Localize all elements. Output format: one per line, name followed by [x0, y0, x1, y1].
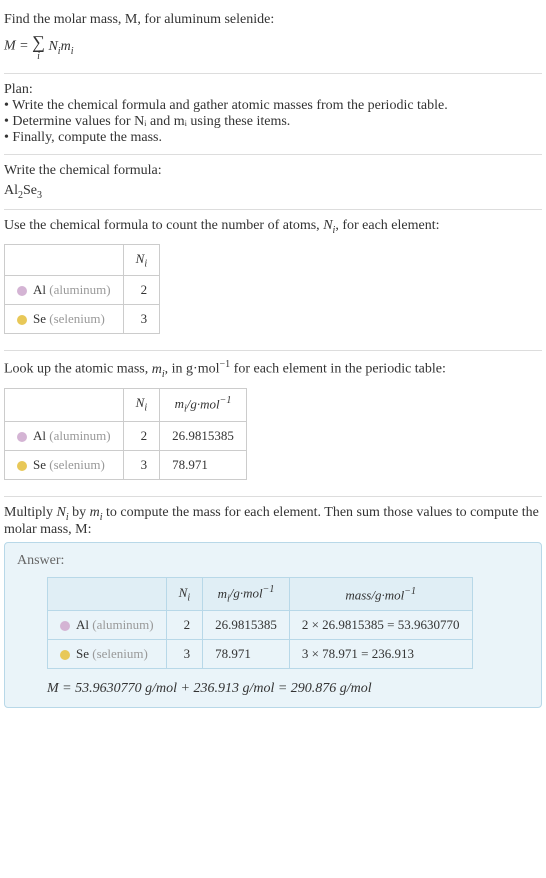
m-cell: 26.9815385 [203, 611, 290, 640]
atomic-mass-section: Look up the atomic mass, mi, in g·mol−1 … [4, 351, 542, 496]
n-cell: 2 [166, 611, 202, 640]
mass-header: mass/g·mol−1 [289, 578, 472, 611]
chemical-formula-section: Write the chemical formula: Al2Se3 [4, 155, 542, 210]
element-dot-icon [17, 432, 27, 442]
plan-bullet-3: • Finally, compute the mass. [4, 130, 542, 146]
m-header: mi/g·mol−1 [160, 388, 247, 421]
table-row: Al (aluminum) 2 26.9815385 [5, 421, 247, 450]
element-dot-icon [60, 650, 70, 660]
plan-bullet-2: • Determine values for Nᵢ and mᵢ using t… [4, 114, 542, 130]
molar-mass-formula: M = ∑i Nimi [4, 32, 542, 61]
n-cell: 2 [123, 276, 159, 305]
empty-header [48, 578, 167, 611]
plan-heading: Plan: [4, 82, 542, 98]
atom-count-section: Use the chemical formula to count the nu… [4, 210, 542, 351]
intro-section: Find the molar mass, M, for aluminum sel… [4, 4, 542, 74]
table-row: Se (selenium) 3 78.971 [5, 450, 247, 479]
element-cell: Al (aluminum) [5, 276, 124, 305]
element-cell: Al (aluminum) [5, 421, 124, 450]
formula-lhs: M = [4, 39, 32, 54]
chem-formula-heading: Write the chemical formula: [4, 163, 542, 179]
intro-prompt: Find the molar mass, M, for aluminum sel… [4, 12, 542, 28]
plan-bullet-1: • Write the chemical formula and gather … [4, 98, 542, 114]
element-cell: Al (aluminum) [48, 611, 167, 640]
formula-rhs: Nimi [48, 39, 73, 54]
m-header: mi/g·mol−1 [203, 578, 290, 611]
table-row: Al (aluminum) 2 [5, 276, 160, 305]
count-heading: Use the chemical formula to count the nu… [4, 218, 542, 236]
m-cell: 78.971 [203, 640, 290, 669]
element-cell: Se (selenium) [5, 305, 124, 334]
answer-box: Answer: Ni mi/g·mol−1 mass/g·mol−1 Al (a… [4, 542, 542, 708]
n-cell: 2 [123, 421, 159, 450]
sigma-symbol: ∑i [32, 32, 45, 61]
calc-cell: 2 × 26.9815385 = 53.9630770 [289, 611, 472, 640]
n-header: Ni [123, 388, 159, 421]
n-cell: 3 [166, 640, 202, 669]
m-cell: 78.971 [160, 450, 247, 479]
n-cell: 3 [123, 305, 159, 334]
multiply-var1: Ni [57, 505, 69, 520]
m-cell: 26.9815385 [160, 421, 247, 450]
empty-header [5, 388, 124, 421]
plan-section: Plan: • Write the chemical formula and g… [4, 74, 542, 155]
element-dot-icon [17, 286, 27, 296]
table-row: Al (aluminum) 2 26.9815385 2 × 26.981538… [48, 611, 473, 640]
multiply-var2: mi [90, 505, 103, 520]
table-row: Se (selenium) 3 [5, 305, 160, 334]
final-answer: M = 53.9630770 g/mol + 236.913 g/mol = 2… [47, 681, 529, 697]
answer-label: Answer: [17, 553, 529, 569]
table-header-row: Ni mi/g·mol−1 [5, 388, 247, 421]
empty-header [5, 244, 124, 276]
table-row: Se (selenium) 3 78.971 3 × 78.971 = 236.… [48, 640, 473, 669]
table-header-row: Ni mi/g·mol−1 mass/g·mol−1 [48, 578, 473, 611]
multiply-section: Multiply Ni by mi to compute the mass fo… [4, 497, 542, 717]
n-cell: 3 [123, 450, 159, 479]
element-dot-icon [17, 315, 27, 325]
element-dot-icon [60, 621, 70, 631]
calc-cell: 3 × 78.971 = 236.913 [289, 640, 472, 669]
chemical-formula: Al2Se3 [4, 183, 542, 201]
mass-heading-var: mi [152, 362, 165, 377]
atomic-mass-table: Ni mi/g·mol−1 Al (aluminum) 2 26.9815385… [4, 388, 247, 480]
answer-table: Ni mi/g·mol−1 mass/g·mol−1 Al (aluminum)… [47, 577, 473, 669]
n-header: Ni [166, 578, 202, 611]
mass-heading: Look up the atomic mass, mi, in g·mol−1 … [4, 359, 542, 379]
atom-count-table: Ni Al (aluminum) 2 Se (selenium) 3 [4, 244, 160, 335]
multiply-text: Multiply Ni by mi to compute the mass fo… [4, 505, 542, 539]
element-cell: Se (selenium) [5, 450, 124, 479]
element-dot-icon [17, 461, 27, 471]
element-cell: Se (selenium) [48, 640, 167, 669]
count-heading-var: Ni [323, 218, 335, 233]
n-header: Ni [123, 244, 159, 276]
table-header-row: Ni [5, 244, 160, 276]
